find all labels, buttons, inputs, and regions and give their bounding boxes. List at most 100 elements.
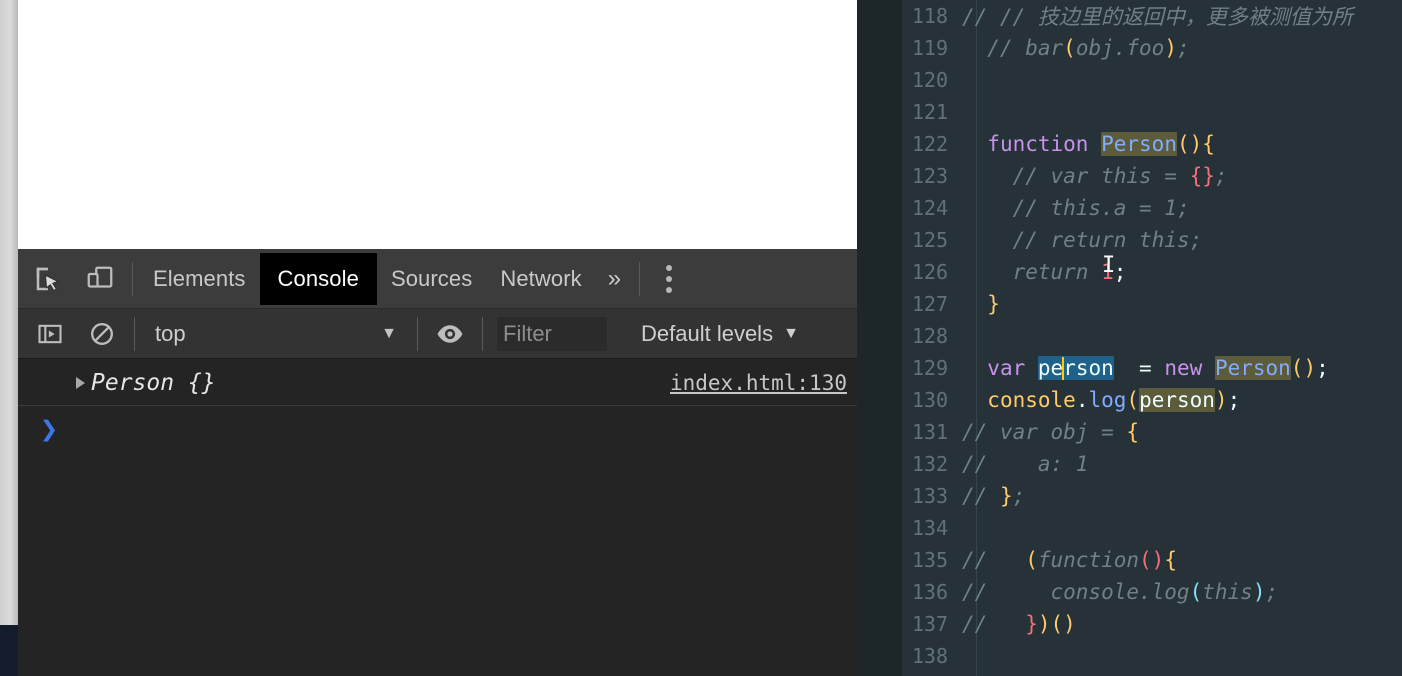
code-token: ) xyxy=(1037,612,1051,636)
code-token: ; xyxy=(1214,164,1228,188)
code-line[interactable]: 139 xyxy=(902,672,1402,676)
line-content[interactable]: // var obj = { xyxy=(962,420,1139,444)
code-token: ( xyxy=(1025,548,1038,572)
line-number: 138 xyxy=(911,644,948,668)
tab-network[interactable]: Network xyxy=(486,258,595,300)
expand-triangle-icon[interactable] xyxy=(76,376,85,389)
code-line[interactable]: 138 xyxy=(902,640,1402,672)
line-number: 123 xyxy=(911,164,948,188)
code-token: { xyxy=(1126,420,1140,444)
line-content[interactable]: } xyxy=(962,292,1000,316)
code-token: 1 xyxy=(1101,260,1114,284)
console-filter-bar: top ▼ Default levels ▼ xyxy=(18,309,857,359)
code-token: ; xyxy=(1012,484,1026,508)
code-token: function xyxy=(1037,548,1140,572)
line-number: 130 xyxy=(911,388,948,412)
inspect-element-icon[interactable] xyxy=(22,249,74,309)
code-line[interactable]: 131 // var obj = { xyxy=(902,416,1402,448)
code-line[interactable]: 125 // return this; xyxy=(902,224,1402,256)
code-line[interactable]: 122 function Person(){ xyxy=(902,128,1402,160)
code-line[interactable]: 134 xyxy=(902,512,1402,544)
console-prompt-row[interactable]: ❯ xyxy=(18,406,857,454)
execution-context-select[interactable]: top ▼ xyxy=(141,314,411,354)
kebab-menu-icon[interactable] xyxy=(646,249,692,309)
line-content[interactable]: console.log(person); xyxy=(962,388,1240,412)
code-token: } xyxy=(999,484,1013,508)
code-token: // return this; xyxy=(1012,228,1203,252)
line-content[interactable]: // this.a = 1; xyxy=(962,196,1190,220)
line-content[interactable]: // (function(){ xyxy=(962,548,1177,572)
code-line[interactable]: 124 // this.a = 1; xyxy=(902,192,1402,224)
chevron-down-icon: ▼ xyxy=(381,324,397,342)
tab-elements[interactable]: Elements xyxy=(139,258,260,300)
code-line[interactable]: 137 // })() xyxy=(902,608,1402,640)
code-token: // a: 1 xyxy=(962,452,1089,476)
indent-guide xyxy=(976,320,977,352)
code-token: () xyxy=(1139,548,1165,572)
code-line[interactable]: 133 // }; xyxy=(902,480,1402,512)
code-token: return xyxy=(1012,260,1089,284)
code-token: ( xyxy=(1063,36,1076,60)
console-message-row[interactable]: Person {} index.html:130 xyxy=(18,360,857,406)
code-line[interactable]: 119 // bar(obj.foo); xyxy=(902,32,1402,64)
execution-context-value: top xyxy=(155,320,186,346)
tab-sources[interactable]: Sources xyxy=(377,258,486,300)
code-token: ; xyxy=(1227,388,1241,412)
toolbar-divider-2 xyxy=(639,261,641,296)
code-editor[interactable]: 118// // 技边里的返回中，更多被测值为所 119 // bar(obj.f… xyxy=(857,0,1402,676)
code-token: ) xyxy=(1214,388,1228,412)
line-content[interactable]: var person = new Person(); xyxy=(962,355,1329,381)
line-number: 135 xyxy=(911,548,948,572)
code-line[interactable]: 132 // a: 1 xyxy=(902,448,1402,480)
code-line[interactable]: 126 return 1; I xyxy=(902,253,1402,288)
code-line[interactable]: 136 // console.log(this); xyxy=(902,576,1402,608)
line-content[interactable]: // return this; xyxy=(962,228,1203,252)
code-line[interactable]: 129 var person = new Person(); xyxy=(902,352,1402,384)
clear-console-icon[interactable] xyxy=(76,309,128,359)
code-token: obj.foo xyxy=(1075,36,1165,60)
log-levels-select[interactable]: Default levels ▼ xyxy=(625,314,815,354)
code-line[interactable]: 120 xyxy=(902,64,1402,96)
line-content[interactable]: // bar(obj.foo); xyxy=(962,36,1189,60)
code-token: this xyxy=(1202,580,1253,604)
console-prompt-caret-icon: ❯ xyxy=(40,412,59,447)
device-toolbar-icon[interactable] xyxy=(74,249,126,309)
line-number: 121 xyxy=(911,100,948,124)
indent-guide xyxy=(976,672,977,676)
code-line[interactable]: 130 console.log(person); xyxy=(902,384,1402,416)
console-sidebar-icon[interactable] xyxy=(24,309,76,359)
console-message-source-link[interactable]: index.html:130 xyxy=(670,371,847,395)
line-number: 136 xyxy=(911,580,948,604)
window-left-edge-lower xyxy=(0,625,18,676)
code-line[interactable]: 135 // (function(){ xyxy=(902,544,1402,576)
code-line[interactable]: 123 // var this = {}; xyxy=(902,160,1402,192)
code-line[interactable]: 118 // // 技边里的返回中，更多被测值为所 xyxy=(902,0,1402,32)
more-tabs-chevron-icon[interactable]: » xyxy=(596,258,633,300)
toolbar-divider xyxy=(132,261,133,296)
live-expression-eye-icon[interactable] xyxy=(424,309,476,359)
code-token: console xyxy=(987,388,1076,412)
console-message-text: Person {} xyxy=(91,369,216,396)
line-content[interactable]: // })() xyxy=(962,612,1076,636)
line-content[interactable]: // a: 1 xyxy=(962,452,1088,476)
line-content[interactable]: // // 技边里的返回中，更多被测值为所 xyxy=(962,1,1353,31)
code-token: Person xyxy=(1214,355,1291,380)
editor-code-lines[interactable]: 118// // 技边里的返回中，更多被测值为所 119 // bar(obj.f… xyxy=(902,0,1402,676)
line-content[interactable]: // console.log(this); xyxy=(962,580,1278,604)
line-number: 125 xyxy=(911,228,948,252)
line-content[interactable]: // var this = {}; xyxy=(962,164,1228,188)
code-token: () xyxy=(1290,355,1317,380)
console-output[interactable]: Person {} index.html:130 ❯ xyxy=(18,360,857,676)
filter-input[interactable] xyxy=(497,316,607,351)
line-content[interactable]: function Person(){ xyxy=(962,132,1215,156)
line-content[interactable]: // }; xyxy=(962,484,1025,508)
tab-console[interactable]: Console xyxy=(259,252,377,305)
code-line[interactable]: 121 xyxy=(902,96,1402,128)
line-content[interactable]: return 1; xyxy=(962,260,1127,284)
page-viewport[interactable] xyxy=(18,0,857,249)
code-line[interactable]: 127 } xyxy=(902,288,1402,320)
code-line[interactable]: 128 xyxy=(902,320,1402,352)
